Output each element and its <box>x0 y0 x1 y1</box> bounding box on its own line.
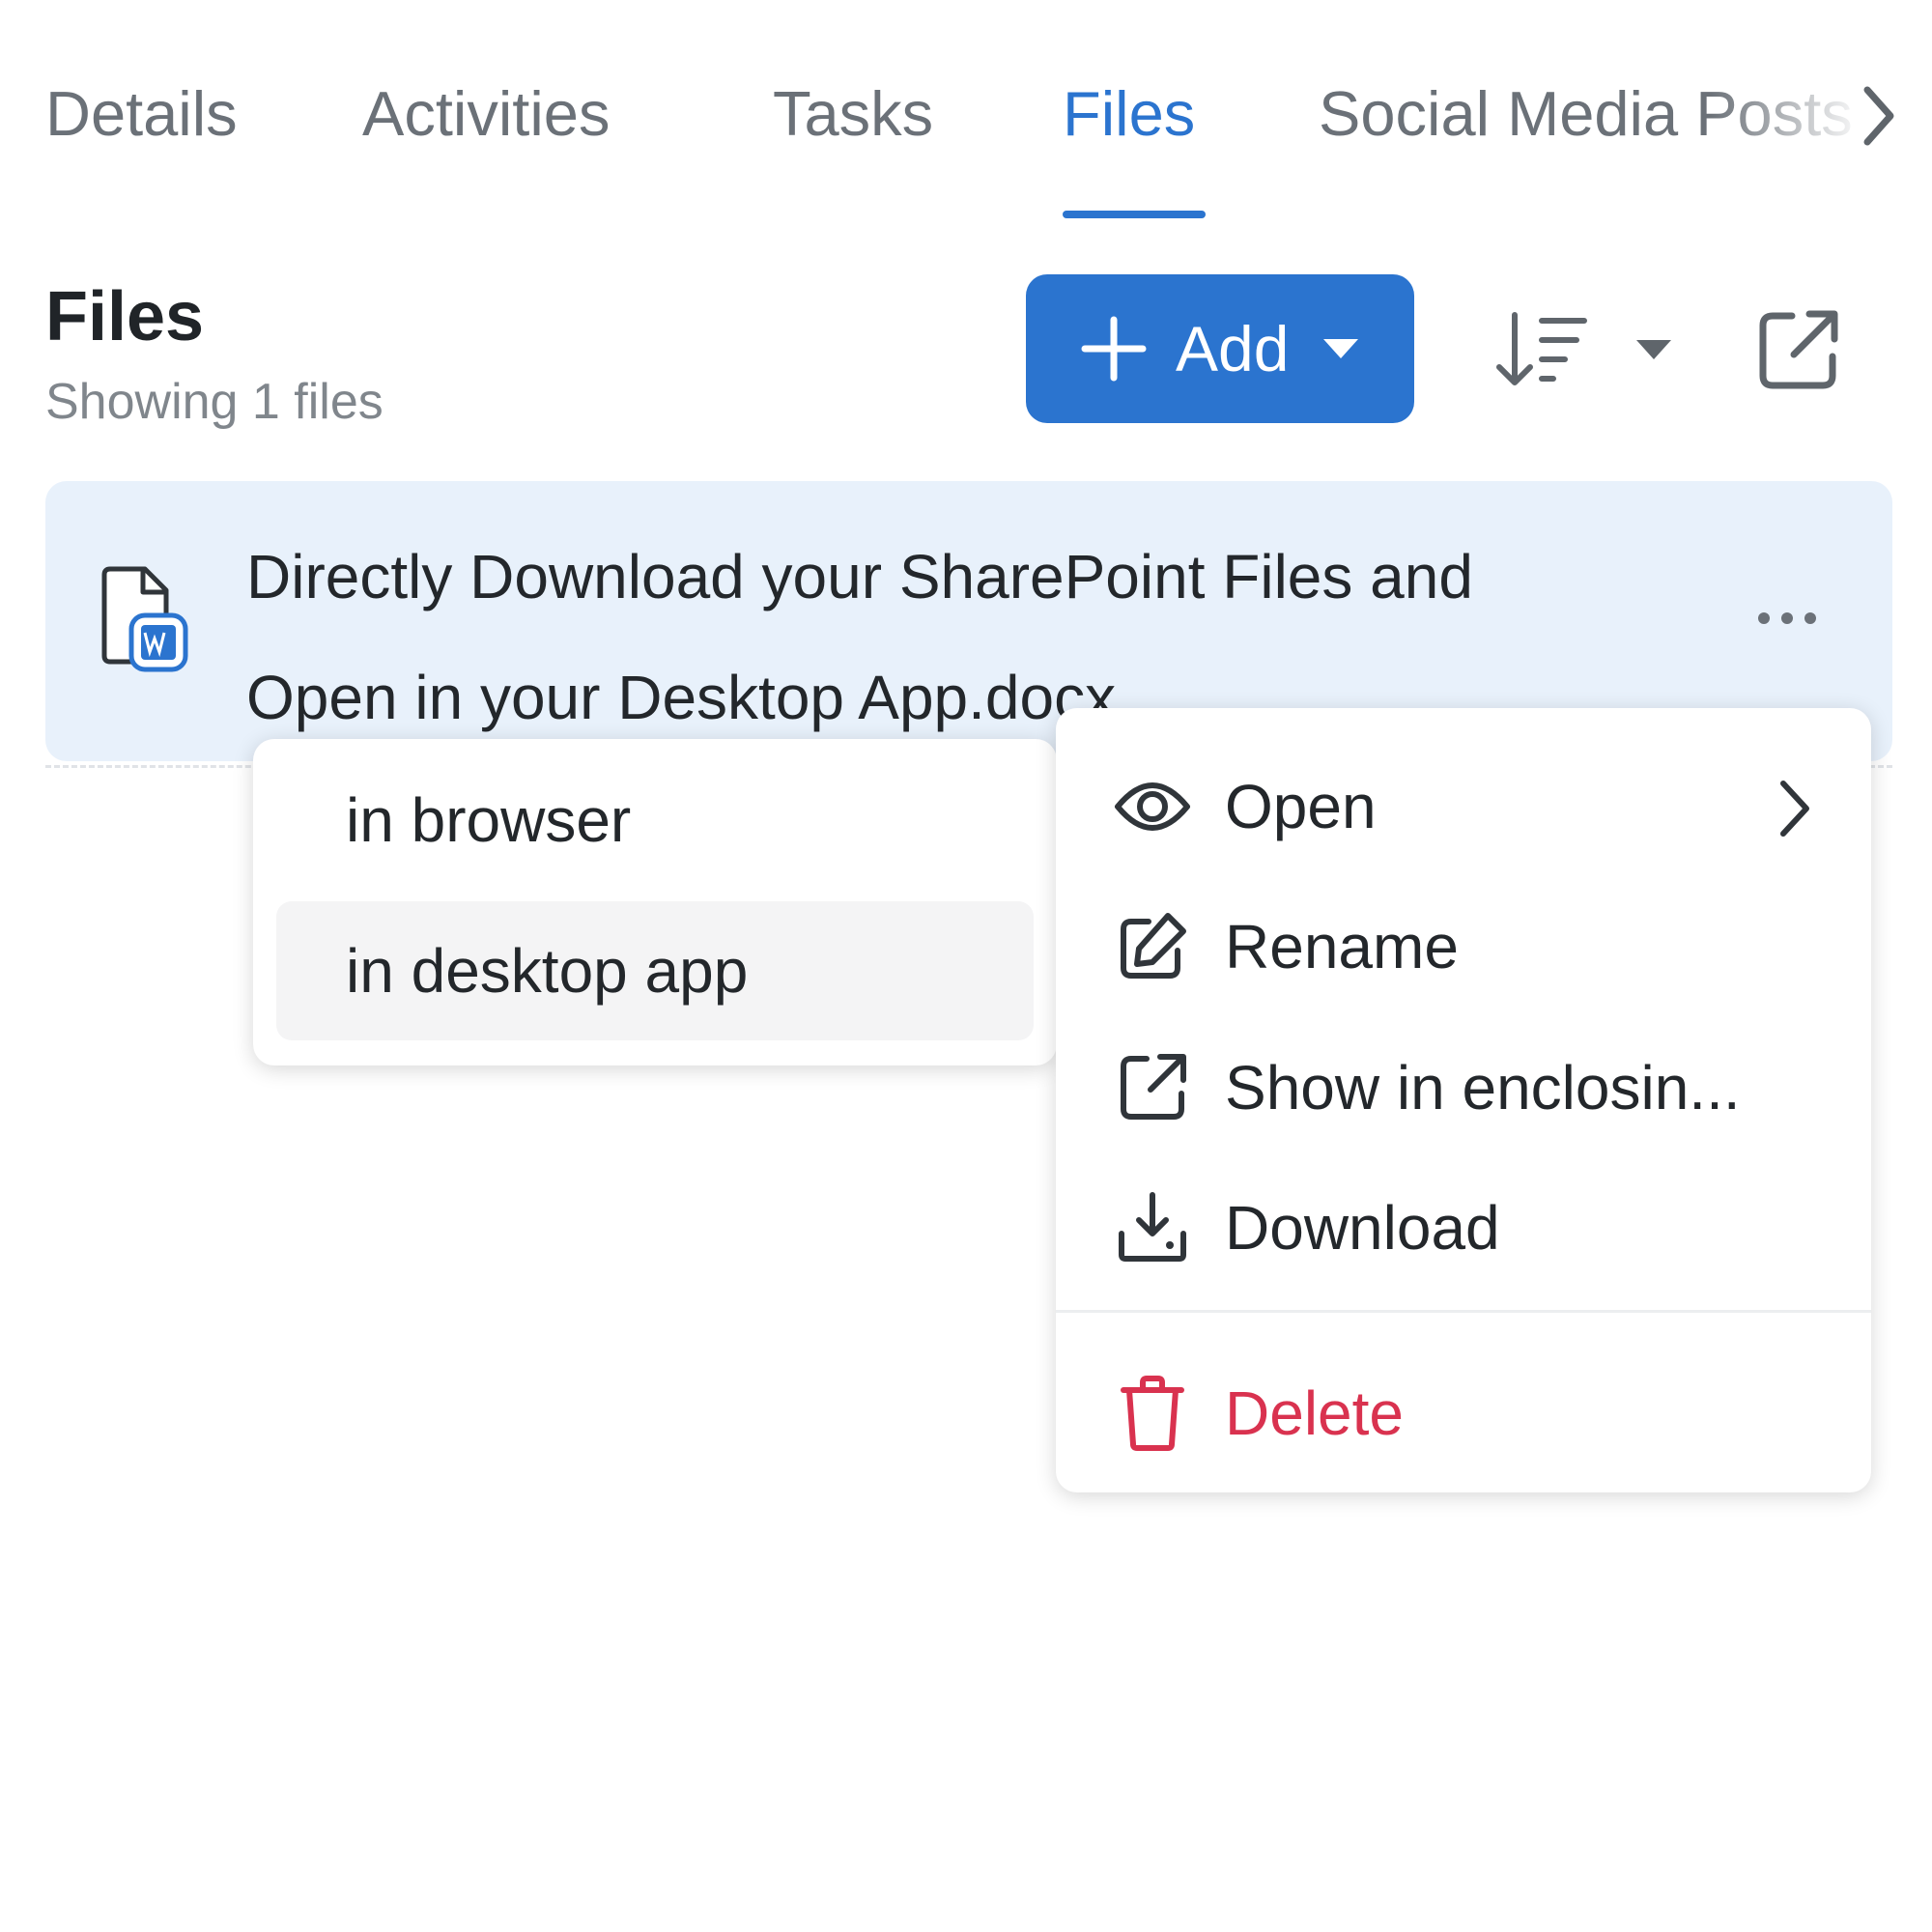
menu-item-label: Rename <box>1225 912 1459 981</box>
open-submenu: in browser in desktop app <box>253 739 1057 1065</box>
submenu-item-label: in desktop app <box>346 936 749 1006</box>
word-document-icon <box>97 565 189 681</box>
trash-icon <box>1114 1375 1191 1452</box>
menu-item-label: Delete <box>1225 1378 1404 1448</box>
files-count: Showing 1 files <box>45 374 384 430</box>
add-button[interactable]: Add <box>1026 274 1414 423</box>
external-link-icon <box>1759 310 1838 389</box>
menu-item-label: Show in enclosin... <box>1225 1053 1741 1122</box>
edit-icon <box>1114 908 1191 985</box>
chevron-right-icon <box>1766 775 1824 842</box>
open-in-browser-item[interactable]: in browser <box>276 751 1034 890</box>
submenu-item-label: in browser <box>346 785 632 855</box>
menu-item-label: Download <box>1225 1193 1500 1263</box>
tab-details[interactable]: Details <box>45 75 238 153</box>
file-context-menu: Open Rename Show in enclosin... Download… <box>1056 708 1871 1492</box>
tab-scroll-right-button[interactable] <box>1850 77 1908 155</box>
chevron-right-icon <box>1863 86 1894 146</box>
open-in-desktop-app-item[interactable]: in desktop app <box>276 901 1034 1040</box>
menu-item-delete[interactable]: Delete <box>1056 1350 1871 1476</box>
external-link-icon <box>1114 1049 1191 1126</box>
files-panel: Details Activities Tasks Files Social Me… <box>0 0 1932 1932</box>
plus-icon <box>1081 316 1147 382</box>
caret-down-icon <box>1321 337 1360 360</box>
more-options-button[interactable] <box>1744 584 1831 652</box>
tab-activities[interactable]: Activities <box>362 75 610 153</box>
add-button-label: Add <box>1176 313 1290 384</box>
sort-descending-icon <box>1496 312 1587 385</box>
open-external-button[interactable] <box>1750 301 1847 398</box>
active-tab-indicator <box>1063 211 1206 218</box>
tab-tasks[interactable]: Tasks <box>773 75 933 153</box>
menu-item-show-in-enclosing[interactable]: Show in enclosin... <box>1056 1025 1871 1151</box>
menu-item-download[interactable]: Download <box>1056 1165 1871 1291</box>
menu-divider <box>1056 1310 1871 1313</box>
menu-item-rename[interactable]: Rename <box>1056 884 1871 1009</box>
tab-files[interactable]: Files <box>1063 75 1195 153</box>
menu-item-open[interactable]: Open <box>1056 744 1871 869</box>
sort-button[interactable] <box>1495 301 1689 398</box>
more-horizontal-icon <box>1758 612 1816 624</box>
files-heading: Files <box>45 278 205 355</box>
menu-item-label: Open <box>1225 772 1377 841</box>
tab-social-media-posts[interactable]: Social Media Posts <box>1319 75 1853 153</box>
caret-down-icon <box>1636 340 1671 359</box>
eye-icon <box>1114 768 1191 845</box>
download-icon <box>1114 1189 1191 1266</box>
